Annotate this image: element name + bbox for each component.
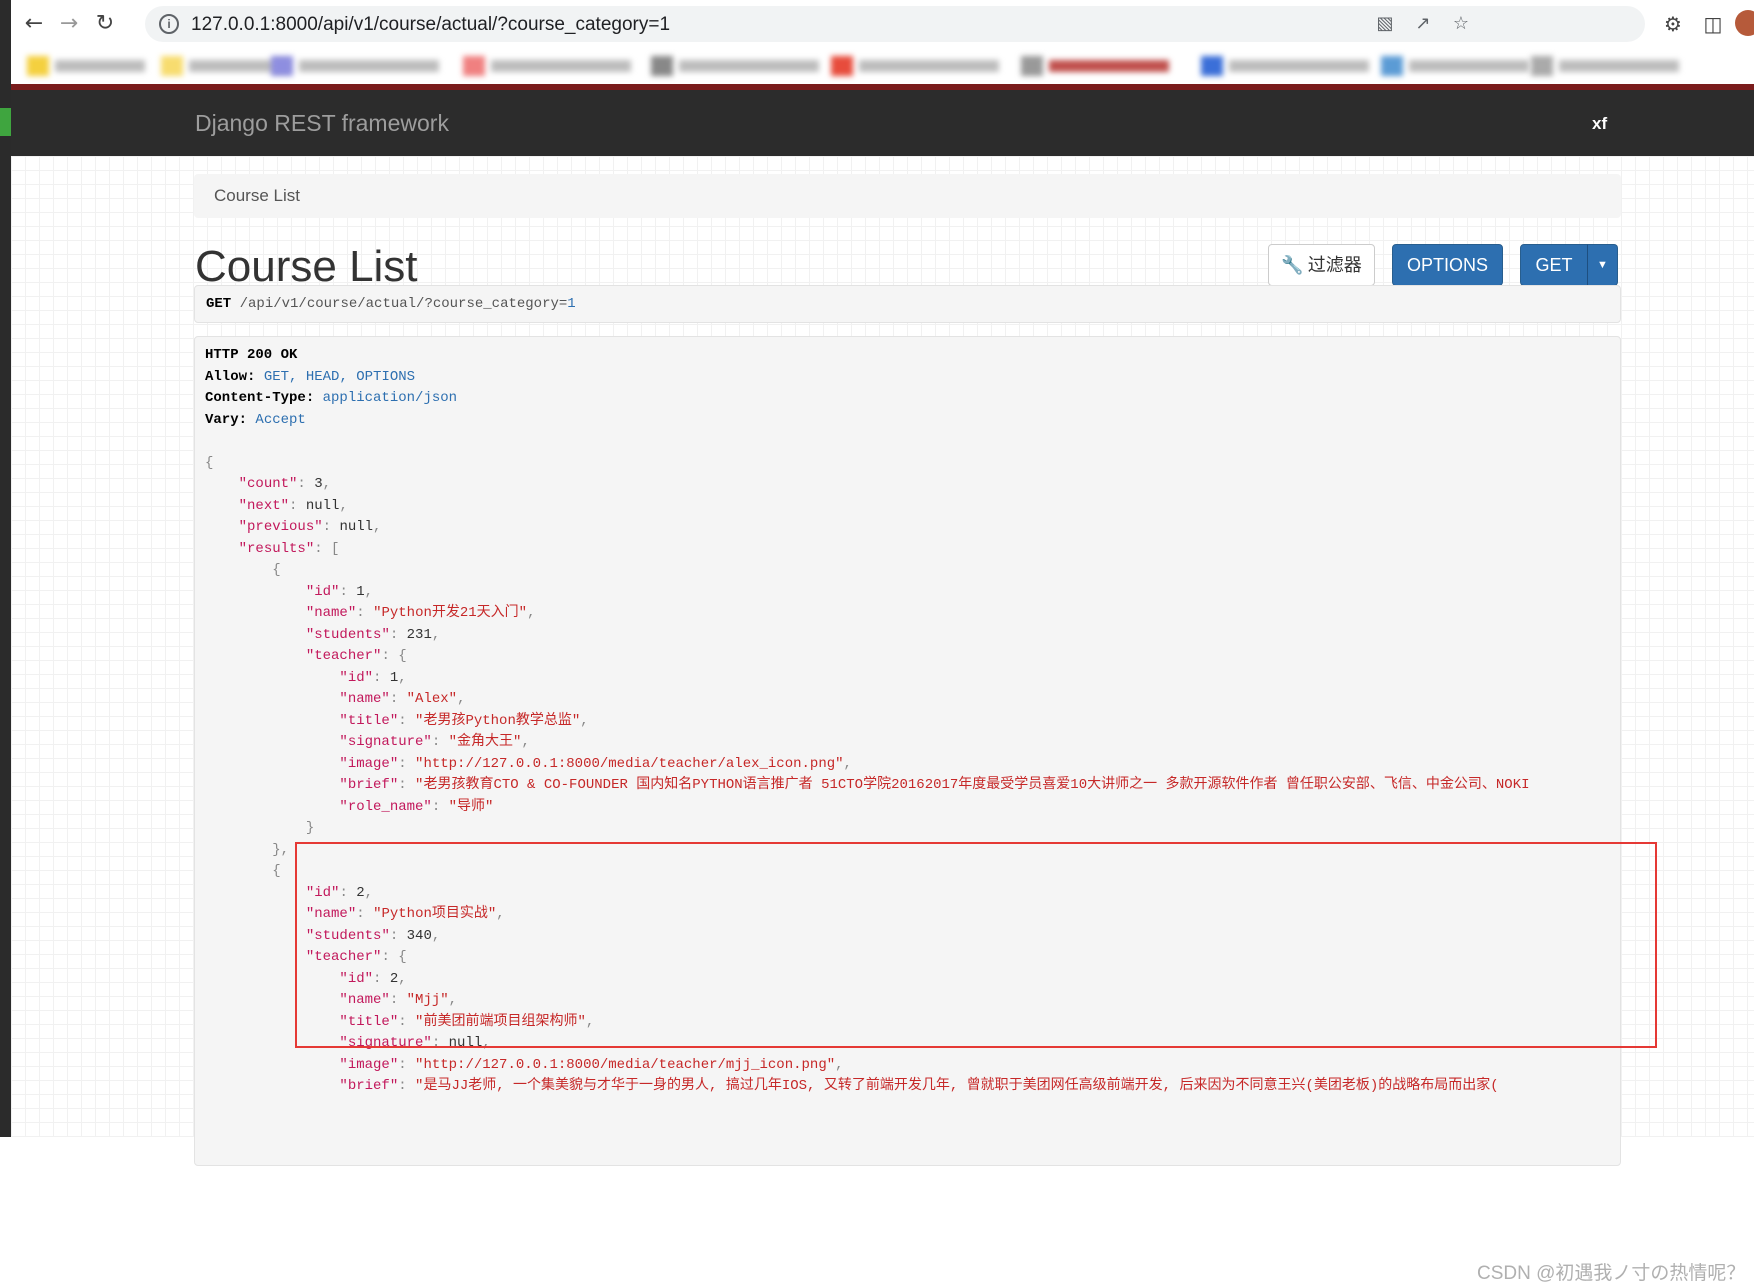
json-value: "导师" [448,798,494,815]
reload-icon[interactable]: ↻ [91,10,119,38]
extensions-icon[interactable]: ⚙ [1659,10,1687,38]
request-method: GET [206,296,232,312]
star-icon[interactable]: ☆ [1449,13,1473,35]
json-value[interactable]: "http://127.0.0.1:8000/media/teacher/mjj… [415,1057,835,1073]
json-value: "Python开发21天入门" [373,605,528,621]
json-value: null [305,497,340,514]
response-status: HTTP 200 OK [205,347,298,363]
filter-button[interactable]: 🔧 过滤器 [1268,244,1375,286]
url-text[interactable]: 127.0.0.1:8000/api/v1/course/actual/?cou… [191,14,670,36]
header-value: GET, HEAD, OPTIONS [263,368,416,385]
header-name: Vary: [205,411,248,428]
user-menu[interactable]: xf [1592,114,1607,134]
breadcrumb: Course List [194,174,1621,218]
get-format-dropdown[interactable]: ▼ [1587,244,1618,286]
breadcrumb-item[interactable]: Course List [214,186,300,206]
json-value: "老男孩教育CTO & CO-FOUNDER 国内知名PYTHON语言推广者 5… [415,777,1530,793]
request-param-value: 1 [567,296,576,312]
options-button[interactable]: OPTIONS [1392,244,1503,286]
wrench-icon: 🔧 [1281,255,1304,276]
json-value: 1 [356,583,365,600]
forward-icon[interactable]: → [55,10,83,38]
bookmark-item[interactable] [463,56,633,76]
bookmark-item[interactable] [651,56,821,76]
header-name: Allow: [205,368,256,385]
bookmark-item[interactable] [1201,56,1371,76]
request-info: GET /api/v1/course/actual/?course_catego… [194,285,1621,323]
bookmark-item[interactable] [831,56,1001,76]
filter-button-label: 过滤器 [1307,255,1362,275]
json-value: 3 [314,476,323,492]
brand-link[interactable]: Django REST framework [195,110,449,137]
browser-toolbar: ← → ↻ i 127.0.0.1:8000/api/v1/course/act… [11,0,1754,48]
json-value: "金角大王" [448,734,522,750]
header-name: Content-Type: [205,390,315,406]
caret-down-icon: ▼ [1597,259,1608,271]
bookmark-item[interactable] [1021,56,1171,76]
json-value[interactable]: "http://127.0.0.1:8000/media/teacher/ale… [415,756,843,772]
bookmark-item[interactable] [271,56,441,76]
profile-avatar[interactable] [1735,10,1754,36]
bookmark-item[interactable] [1381,56,1531,76]
bookmark-item[interactable] [1531,56,1681,76]
info-icon[interactable]: i [159,14,179,34]
address-bar[interactable]: i 127.0.0.1:8000/api/v1/course/actual/?c… [145,6,1645,42]
page-content: Course List Course List 🔧 过滤器 OPTIONS GET… [11,156,1754,1284]
header-value: application/json [322,390,458,406]
json-value: "老男孩Python教学总监" [415,712,581,729]
json-value: "是马JJ老师, 一个集美貌与才华于一身的男人, 搞过几年IOS, 又转了前端开… [415,1078,1499,1094]
bookmark-item[interactable] [27,56,147,76]
json-value: 231 [406,626,432,643]
watermark: CSDN @初遇我ノ寸の热情呢？ [1477,1263,1746,1284]
json-value: "Alex" [406,691,458,707]
json-value: 1 [389,669,399,686]
header-value: Accept [255,411,306,428]
drf-navbar: Django REST framework xf [11,90,1754,156]
bookmarks-bar [11,48,1754,84]
translate-icon[interactable]: ▧ [1373,13,1397,35]
get-button[interactable]: GET [1520,244,1588,286]
background-editor-strip [0,0,11,1137]
sidepanel-icon[interactable]: ◫ [1699,10,1727,38]
back-icon[interactable]: ← [20,10,48,38]
highlight-annotation-box [295,842,1657,1048]
request-path: /api/v1/course/actual/?course_category= [239,296,568,312]
share-icon[interactable]: ↗ [1411,13,1435,35]
json-value: null [339,519,374,535]
